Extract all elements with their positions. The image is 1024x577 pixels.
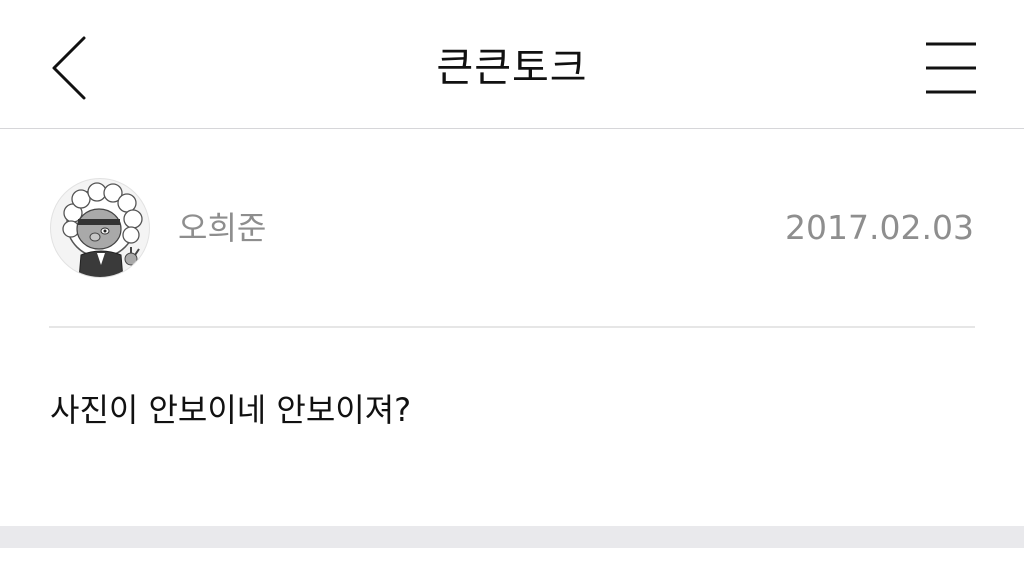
post-meta: 오희준 2017.02.03 (50, 178, 974, 280)
post-date: 2017.02.03 (785, 208, 974, 247)
bottom-area (0, 548, 1024, 577)
section-separator (0, 526, 1024, 548)
post-content: 사진이 안보이네 안보이져? (50, 391, 412, 429)
divider (49, 326, 975, 328)
avatar[interactable] (50, 178, 150, 278)
back-button[interactable] (40, 32, 96, 104)
chevron-left-icon (52, 36, 86, 100)
author-name: 오희준 (178, 209, 267, 247)
top-nav-bar: 큰큰토크 (0, 0, 1024, 129)
hamburger-menu-icon (926, 42, 976, 94)
page-title: 큰큰토크 (436, 45, 588, 91)
character-avatar-icon (62, 182, 143, 277)
menu-button[interactable] (916, 36, 986, 100)
